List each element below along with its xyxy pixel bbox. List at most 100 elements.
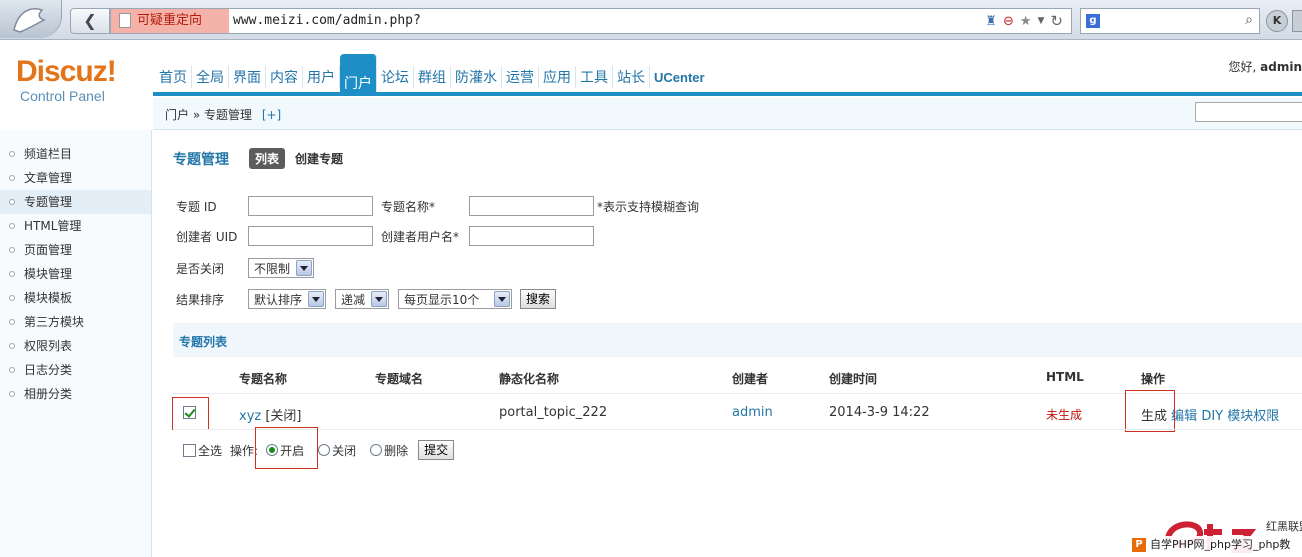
closed-label: 是否关闭 (176, 261, 225, 276)
nav-item-interface[interactable]: 界面 (229, 66, 266, 88)
close-label[interactable]: 关闭 (332, 442, 356, 459)
sidebar-item-permissions[interactable]: 权限列表 (0, 334, 151, 358)
nav-item-home[interactable]: 首页 (155, 66, 192, 88)
watermark-caption: P 自学PHP网_php学习_php教 (1132, 536, 1291, 554)
column-topic-domain: 专题域名 (375, 372, 424, 386)
sidebar-list: 频道栏目 文章管理 专题管理 HTML管理 页面管理 模块管理 模块模板 第三方… (0, 130, 151, 406)
creator-name-input[interactable] (469, 226, 594, 246)
nav-item-tools[interactable]: 工具 (576, 66, 613, 88)
bullet-icon (9, 367, 15, 373)
watermark-text: 自学PHP网_php学习_php教 (1150, 538, 1291, 551)
bullet-icon (9, 175, 15, 181)
php-logo-icon: P (1132, 538, 1146, 552)
sidebar-item-pages[interactable]: 页面管理 (0, 238, 151, 262)
sidebar-item-log-categories[interactable]: 日志分类 (0, 358, 151, 382)
block-icon[interactable]: ⊖ (1003, 14, 1014, 29)
logo-sub: Control Panel (20, 88, 105, 104)
tab-create-topic[interactable]: 创建专题 (295, 148, 343, 169)
tab-list[interactable]: 列表 (249, 148, 286, 169)
column-creator: 创建者 (732, 372, 769, 386)
breadcrumb: 门户 » 专题管理 [+] (165, 106, 281, 123)
html-status: 未生成 (1046, 408, 1083, 422)
creator-link[interactable]: admin (732, 405, 773, 420)
chevron-down-icon[interactable]: ▼ (1038, 16, 1045, 26)
bullet-icon (9, 199, 15, 205)
submit-button[interactable]: 提交 (418, 440, 455, 460)
topic-id-input[interactable] (248, 196, 373, 216)
star-icon[interactable]: ★ (1020, 14, 1032, 29)
back-button[interactable]: ❮ (70, 8, 110, 34)
browser-toolbar: ❮ 可疑重定向 www.meizi.com/admin.php? ♜ ⊖ ★ ▼… (0, 0, 1302, 40)
nav-item-operations[interactable]: 运营 (502, 66, 539, 88)
creator-name-label: 创建者用户名* (381, 229, 460, 244)
discuz-logo[interactable]: Discuz! Control Panel (16, 56, 117, 105)
nav-item-ucenter[interactable]: UCenter (650, 66, 709, 88)
edit-link[interactable]: 编辑 (1171, 409, 1197, 424)
closed-select-value: 不限制 (254, 261, 291, 276)
sidebar-item-label: 模块模板 (24, 291, 73, 305)
bullet-icon (9, 223, 15, 229)
sidebar-item-articles[interactable]: 文章管理 (0, 166, 151, 190)
sidebar-item-third-party[interactable]: 第三方模块 (0, 310, 151, 334)
nav-item-portal[interactable]: 门户 (340, 54, 377, 92)
refresh-icon[interactable]: ↻ (1050, 12, 1063, 30)
topic-name-label: 专题名称* (381, 199, 436, 214)
sidebar-item-label: 相册分类 (24, 387, 73, 401)
topic-name-input[interactable] (469, 196, 594, 216)
select-all-checkbox[interactable] (183, 443, 196, 457)
sidebar-item-topics[interactable]: 专题管理 (0, 190, 151, 214)
nav-item-antispam[interactable]: 防灌水 (451, 66, 502, 88)
creator-uid-input[interactable] (248, 226, 373, 246)
bulk-actions: 全选 操作: 开启 关闭 删除 提交 (183, 439, 455, 461)
created-time-cell: 2014-3-9 14:22 (829, 405, 930, 420)
robot-icon[interactable]: ♜ (985, 14, 997, 29)
breadcrumb-bar: 门户 » 专题管理 [+] (153, 98, 1302, 130)
bullet-icon (9, 343, 15, 349)
order-select[interactable]: 递减 (335, 289, 389, 309)
topic-name-link[interactable]: xyz (239, 409, 261, 424)
nav-item-groups[interactable]: 群组 (414, 66, 451, 88)
closed-select[interactable]: 不限制 (248, 258, 314, 278)
nav-item-global[interactable]: 全局 (192, 66, 229, 88)
block-permission-link[interactable]: 模块权限 (1227, 409, 1279, 424)
close-radio[interactable] (318, 444, 331, 456)
order-select-value: 递减 (341, 292, 366, 307)
nav-item-users[interactable]: 用户 (303, 66, 340, 88)
perpage-select[interactable]: 每页显示10个 (398, 289, 512, 309)
diy-link[interactable]: DIY (1201, 409, 1223, 424)
redirect-warning[interactable]: 可疑重定向 (111, 9, 229, 33)
sidebar-item-album-categories[interactable]: 相册分类 (0, 382, 151, 406)
sidebar-item-block-templates[interactable]: 模块模板 (0, 286, 151, 310)
nav-item-apps[interactable]: 应用 (539, 66, 576, 88)
delete-radio[interactable] (370, 444, 383, 456)
sidebar: 频道栏目 文章管理 专题管理 HTML管理 页面管理 模块管理 模块模板 第三方… (0, 130, 152, 557)
main-content: 专题管理 列表 创建专题 专题 ID 专题名称* *表示支持模糊查询 创建者 U… (153, 131, 1302, 557)
browser-search-box[interactable]: g ⌕ (1080, 8, 1260, 34)
add-shortcut-link[interactable]: [+] (262, 108, 281, 122)
nav-item-forum[interactable]: 论坛 (377, 66, 414, 88)
sidebar-item-blocks[interactable]: 模块管理 (0, 262, 151, 286)
sidebar-item-label: 权限列表 (24, 339, 73, 353)
sidebar-item-channels[interactable]: 频道栏目 (0, 142, 151, 166)
sidebar-item-label: 频道栏目 (24, 147, 73, 161)
address-bar[interactable]: 可疑重定向 www.meizi.com/admin.php? ♜ ⊖ ★ ▼ ↻ (110, 8, 1072, 34)
select-all-label[interactable]: 全选 (198, 442, 222, 459)
search-icon[interactable]: ⌕ (1245, 12, 1253, 28)
k-extension-icon[interactable]: K (1266, 10, 1288, 32)
breadcrumb-path[interactable]: 门户 » 专题管理 (165, 108, 252, 122)
nav-item-content[interactable]: 内容 (266, 66, 303, 88)
sidebar-item-html[interactable]: HTML管理 (0, 214, 151, 238)
svg-text:红黑联盟: 红黑联盟 (1266, 520, 1302, 533)
delete-label[interactable]: 删除 (384, 442, 408, 459)
search-button[interactable]: 搜索 (520, 289, 557, 309)
extension-button[interactable] (1292, 10, 1302, 32)
fuzzy-search-hint: *表示支持模糊查询 (597, 199, 700, 214)
google-icon[interactable]: g (1086, 14, 1100, 28)
nav-item-webmaster[interactable]: 站长 (613, 66, 650, 88)
quick-search-input[interactable] (1195, 102, 1302, 122)
username[interactable]: admin (1260, 60, 1302, 74)
sort-select[interactable]: 默认排序 (248, 289, 326, 309)
filter-row-4: 结果排序 默认排序 递减 每页显示10个 搜索 (176, 288, 557, 310)
url-text[interactable]: www.meizi.com/admin.php? (233, 9, 421, 33)
sidebar-item-label: 第三方模块 (24, 315, 85, 329)
